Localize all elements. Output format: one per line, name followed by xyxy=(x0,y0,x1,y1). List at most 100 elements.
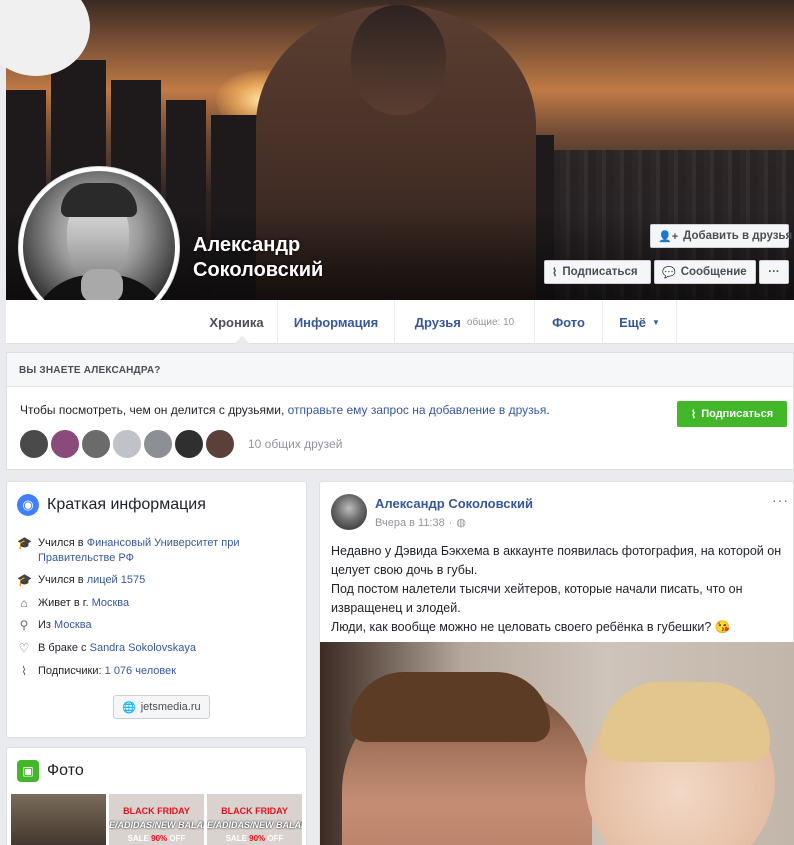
mutual-friends-row: 10 общих друзей xyxy=(19,429,342,459)
follow-button[interactable]: ⌇ Подписаться xyxy=(544,260,651,284)
follow-green-button[interactable]: ⌇ Подписаться xyxy=(677,401,787,427)
profile-name[interactable]: Александр Соколовский xyxy=(193,233,393,283)
photo-icon: ▣ xyxy=(17,760,39,782)
follow-label: Подписаться xyxy=(562,266,638,278)
post-photo[interactable] xyxy=(320,642,794,845)
photos-header: ▣ Фото xyxy=(7,748,306,794)
promo-off: OFF xyxy=(169,834,186,843)
photo-thumbnail[interactable]: BLACK FRIDAY E/ADIDAS/NEW BALAN SALE 90%… xyxy=(109,794,204,845)
mutual-friends-count[interactable]: 10 общих друзей xyxy=(248,437,342,451)
promo-percent: 90% xyxy=(249,834,266,843)
promo-sale-word: SALE xyxy=(127,834,149,843)
separator: · xyxy=(448,516,453,529)
messenger-icon: 💬 xyxy=(662,266,676,279)
info-row-education: 🎓 Учился в Финансовый Университет при Пр… xyxy=(17,536,297,566)
friend-avatar[interactable] xyxy=(174,429,204,459)
info-prefix: Учился в xyxy=(38,574,84,586)
info-row-relationship: ♡ В браке с Sandra Sokolovskaya xyxy=(17,641,297,656)
info-prefix: Из xyxy=(38,619,51,631)
know-text-after: . xyxy=(546,403,550,417)
active-tab-indicator xyxy=(234,336,250,344)
photo-child-hair xyxy=(600,682,770,762)
photos-title: Фото xyxy=(47,762,84,779)
know-section: ВЫ ЗНАЕТЕ АЛЕКСАНДРА? Чтобы посмотреть, … xyxy=(6,352,794,470)
know-heading: ВЫ ЗНАЕТЕ АЛЕКСАНДРА? xyxy=(7,353,793,387)
info-row-school: 🎓 Учился в лицей 1575 xyxy=(17,573,297,588)
post-timestamp[interactable]: Вчера в 11:38 xyxy=(375,517,445,529)
message-label: Сообщение xyxy=(680,266,747,278)
follow-green-label: Подписаться xyxy=(701,408,774,420)
promo-sale: SALE 90% OFF xyxy=(207,834,302,843)
promo-title: BLACK FRIDAY xyxy=(123,806,190,816)
info-link[interactable]: лицей 1575 xyxy=(87,574,146,586)
graduation-cap-icon: 🎓 xyxy=(17,573,32,587)
tab-photos[interactable]: Фото xyxy=(535,300,603,344)
info-row-followers: ⌇ Подписчики: 1 076 человек xyxy=(17,664,297,679)
info-prefix: Живет в г. xyxy=(38,597,89,609)
promo-brands: E/ADIDAS/NEW BALAN xyxy=(109,820,204,830)
profile-first-name: Александр xyxy=(193,234,301,256)
promo-title: BLACK FRIDAY xyxy=(221,806,288,816)
home-icon: ⌂ xyxy=(20,596,28,610)
profile-last-name: Соколовский xyxy=(193,259,324,281)
photos-card: ▣ Фото BLACK FRIDAY E/ADIDAS/NEW BALAN S… xyxy=(6,747,307,845)
more-label: ··· xyxy=(768,266,780,278)
post-paragraph: Недавно у Дэвида Бэкхема в аккаунте появ… xyxy=(331,544,782,577)
friend-request-link[interactable]: отправьте ему запрос на добавление в дру… xyxy=(288,403,547,417)
more-actions-button[interactable]: ··· xyxy=(759,260,789,284)
post-author-name[interactable]: Александр Соколовский xyxy=(375,496,533,511)
heart-icon: ♡ xyxy=(18,641,30,655)
post-text: Недавно у Дэвида Бэкхема в аккаунте появ… xyxy=(331,542,791,637)
photo-thumbnail[interactable]: BLACK FRIDAY E/ADIDAS/NEW BALAN SALE 90%… xyxy=(207,794,302,845)
friend-avatar[interactable] xyxy=(205,429,235,459)
tab-label: Ещё xyxy=(619,314,646,330)
tab-label: Фото xyxy=(552,314,585,330)
info-link[interactable]: Москва xyxy=(92,597,130,609)
info-row-city: ⌂ Живет в г. Москва xyxy=(17,596,297,611)
tab-label: Информация xyxy=(293,314,379,330)
tab-about[interactable]: Информация xyxy=(278,300,395,344)
intro-title: Краткая информация xyxy=(47,496,206,513)
friend-avatar[interactable] xyxy=(112,429,142,459)
info-link[interactable]: 1 076 человек xyxy=(105,665,176,677)
info-prefix: В браке с xyxy=(38,642,87,654)
photo-thumbnail[interactable] xyxy=(11,794,106,845)
post-options-button[interactable]: ··· xyxy=(772,492,789,508)
intro-header: ◉ Краткая информация xyxy=(7,482,306,528)
tab-label: Друзья xyxy=(414,314,461,330)
website-label: jetsmedia.ru xyxy=(140,701,201,713)
globe-icon: 🌐 xyxy=(122,701,136,714)
promo-percent: 90% xyxy=(151,834,168,843)
tab-friends[interactable]: Друзья общие: 10 xyxy=(395,300,535,344)
friend-avatar[interactable] xyxy=(81,429,111,459)
tab-label: Хроника xyxy=(209,314,264,330)
intro-card: ◉ Краткая информация 🎓 Учился в Финансов… xyxy=(6,481,307,738)
rss-icon: ⌇ xyxy=(21,664,27,678)
promo-sale: SALE 90% OFF xyxy=(109,834,204,843)
info-link[interactable]: Sandra Sokolovskaya xyxy=(90,642,196,654)
info-prefix: Учился в xyxy=(38,537,84,549)
rss-icon: ⌇ xyxy=(552,266,558,279)
profile-tabs: Хроника Информация Друзья общие: 10 Фото… xyxy=(6,300,794,344)
promo-off: OFF xyxy=(267,834,284,843)
friend-avatar[interactable] xyxy=(50,429,80,459)
info-link[interactable]: Москва xyxy=(54,619,92,631)
message-button[interactable]: 💬 Сообщение xyxy=(654,260,756,284)
add-friend-icon: 👤+ xyxy=(658,230,679,243)
know-text: Чтобы посмотреть, чем он делится с друзь… xyxy=(20,403,550,417)
info-row-hometown: ⚲ Из Москва xyxy=(17,618,297,633)
post-author-avatar[interactable] xyxy=(331,494,367,530)
timeline-post: Александр Соколовский Вчера в 11:38 · ◍ … xyxy=(319,481,794,845)
website-button[interactable]: 🌐 jetsmedia.ru xyxy=(113,695,210,719)
rss-icon: ⌇ xyxy=(690,408,697,421)
add-friend-label: Добавить в друзья xyxy=(683,230,793,242)
friend-avatar[interactable] xyxy=(143,429,173,459)
location-pin-icon: ⚲ xyxy=(19,618,29,632)
add-friend-button[interactable]: 👤+ Добавить в друзья xyxy=(650,224,793,248)
friend-avatar[interactable] xyxy=(19,429,49,459)
promo-sale-word: SALE xyxy=(225,834,247,843)
tab-more[interactable]: Ещё ▼ xyxy=(603,300,677,344)
photo-man-hair xyxy=(350,672,550,742)
globe-icon: ◉ xyxy=(17,494,39,516)
promo-brands: E/ADIDAS/NEW BALAN xyxy=(207,820,302,830)
